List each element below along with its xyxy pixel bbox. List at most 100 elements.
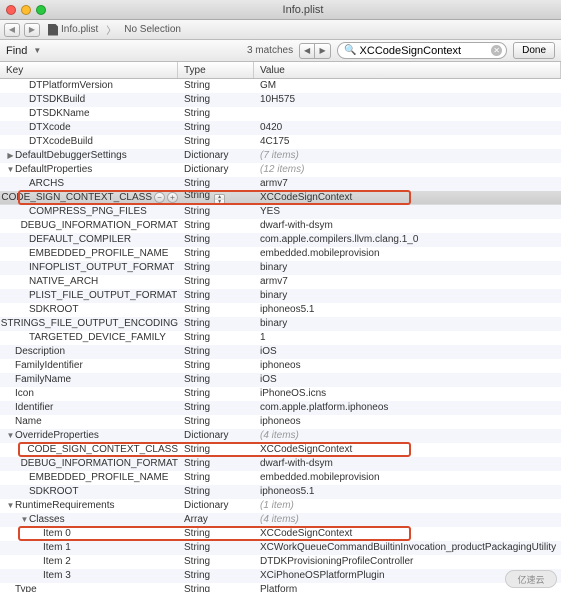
close-icon[interactable] (6, 5, 16, 15)
breadcrumb-selection[interactable]: No Selection (120, 24, 185, 35)
table-row[interactable]: EMBEDDED_PROFILE_NAMEStringembedded.mobi… (0, 471, 561, 485)
row-type-label: String (178, 556, 254, 567)
disclosure-triangle-icon[interactable] (20, 515, 29, 524)
breadcrumb-selection-label: No Selection (124, 24, 181, 35)
table-row[interactable]: IdentifierStringcom.apple.platform.iphon… (0, 401, 561, 415)
row-type-label: String (178, 220, 254, 231)
disclosure-triangle-icon[interactable] (6, 501, 15, 510)
column-headers: Key Type Value (0, 62, 561, 79)
row-type-label: String (178, 416, 254, 427)
clear-search-icon[interactable]: ✕ (491, 45, 502, 56)
row-value-label: GM (254, 80, 561, 91)
table-row[interactable]: EMBEDDED_PROFILE_NAMEStringembedded.mobi… (0, 247, 561, 261)
table-row[interactable]: DEFAULT_COMPILERStringcom.apple.compiler… (0, 233, 561, 247)
row-value-label: iphoneos (254, 360, 561, 371)
done-button[interactable]: Done (513, 42, 555, 59)
table-row[interactable]: Item 0StringXCCodeSignContext (0, 527, 561, 541)
header-value[interactable]: Value (254, 62, 561, 78)
nav-back-button[interactable]: ◀ (4, 23, 20, 37)
zoom-icon[interactable] (36, 5, 46, 15)
table-row[interactable]: TARGETED_DEVICE_FAMILYString1 (0, 331, 561, 345)
minimize-icon[interactable] (21, 5, 31, 15)
row-value-label: XCCodeSignContext (254, 192, 561, 203)
row-type-label: String (178, 122, 254, 133)
table-row[interactable]: FamilyNameStringiOS (0, 373, 561, 387)
row-type-label: String (178, 318, 254, 329)
row-key-label: DefaultProperties (15, 164, 92, 175)
find-label: Find (6, 45, 27, 57)
row-type-label: String (178, 402, 254, 413)
table-row[interactable]: NATIVE_ARCHStringarmv7 (0, 275, 561, 289)
table-row[interactable]: DEBUG_INFORMATION_FORMATStringdwarf-with… (0, 457, 561, 471)
row-value-label: iphoneos5.1 (254, 486, 561, 497)
table-row[interactable]: DTSDKName String (0, 107, 561, 121)
find-next-button[interactable]: ▶ (315, 43, 331, 59)
plist-tree[interactable]: DTPlatformVersionStringGMDTSDKBuildStrin… (0, 79, 561, 592)
table-row[interactable]: DTSDKBuildString10H575 (0, 93, 561, 107)
table-row[interactable]: COMPRESS_PNG_FILESStringYES (0, 205, 561, 219)
table-row[interactable]: CODE_SIGN_CONTEXT_CLASSStringXCCodeSignC… (0, 443, 561, 457)
row-value-label: binary (254, 262, 561, 273)
header-key[interactable]: Key (0, 62, 178, 78)
row-key-label: Description (15, 346, 65, 357)
table-row[interactable]: Item 1StringXCWorkQueueCommandBuiltinInv… (0, 541, 561, 555)
table-row[interactable]: FamilyIdentifierStringiphoneos (0, 359, 561, 373)
breadcrumb-file-label: Info.plist (61, 24, 98, 35)
row-type-label: String (178, 276, 254, 287)
table-row[interactable]: DEBUG_INFORMATION_FORMATStringdwarf-with… (0, 219, 561, 233)
disclosure-triangle-icon[interactable] (6, 165, 15, 174)
row-value-label: embedded.mobileprovision (254, 248, 561, 259)
table-row[interactable]: TypeStringPlatform (0, 583, 561, 592)
row-type-label: String (178, 108, 254, 119)
table-row[interactable]: DTXcodeString0420 (0, 121, 561, 135)
type-stepper[interactable]: ▲▼ (214, 194, 225, 206)
row-type-label: Dictionary (178, 500, 254, 511)
table-row[interactable]: SDKROOTStringiphoneos5.1 (0, 485, 561, 499)
table-row[interactable]: Item 3StringXCiPhoneOSPlatformPlugin (0, 569, 561, 583)
row-type-label: String (178, 304, 254, 315)
table-row[interactable]: PLIST_FILE_OUTPUT_FORMATStringbinary (0, 289, 561, 303)
table-row[interactable]: RuntimeRequirementsDictionary(1 item) (0, 499, 561, 513)
table-row[interactable]: STRINGS_FILE_OUTPUT_ENCODINGStringbinary (0, 317, 561, 331)
table-row[interactable]: CODE_SIGN_CONTEXT_CLASS−+String▲▼XCCodeS… (0, 191, 561, 205)
row-key-label: PLIST_FILE_OUTPUT_FORMAT (29, 290, 177, 301)
remove-row-icon[interactable]: − (154, 192, 165, 203)
row-key-label: Icon (15, 388, 34, 399)
row-value-label: XCWorkQueueCommandBuiltinInvocation_prod… (254, 542, 561, 553)
table-row[interactable]: Item 2StringDTDKProvisioningProfileContr… (0, 555, 561, 569)
table-row[interactable]: DefaultPropertiesDictionary(12 items) (0, 163, 561, 177)
search-field[interactable]: 🔍 ✕ (337, 42, 507, 59)
row-key-label: DefaultDebuggerSettings (15, 150, 127, 161)
row-key-label: DTSDKName (29, 108, 90, 119)
table-row[interactable]: DTXcodeBuildString4C175 (0, 135, 561, 149)
breadcrumb-file[interactable]: Info.plist (44, 24, 102, 36)
table-row[interactable]: DefaultDebuggerSettingsDictionary(7 item… (0, 149, 561, 163)
add-row-icon[interactable]: + (167, 192, 178, 203)
find-prev-button[interactable]: ◀ (299, 43, 315, 59)
window-title: Info.plist (51, 4, 555, 16)
row-type-label: String (178, 542, 254, 553)
table-row[interactable]: INFOPLIST_OUTPUT_FORMATStringbinary (0, 261, 561, 275)
row-key-label: STRINGS_FILE_OUTPUT_ENCODING (1, 318, 178, 329)
row-key-label: DTXcode (29, 122, 71, 133)
table-row[interactable]: DTPlatformVersionStringGM (0, 79, 561, 93)
table-row[interactable]: IconStringiPhoneOS.icns (0, 387, 561, 401)
disclosure-triangle-icon[interactable] (6, 151, 15, 160)
row-value-label: binary (254, 318, 561, 329)
find-menu-chevron-icon[interactable]: ▼ (33, 46, 41, 55)
header-type[interactable]: Type (178, 62, 254, 78)
table-row[interactable]: DescriptionStringiOS (0, 345, 561, 359)
row-key-label: EMBEDDED_PROFILE_NAME (29, 472, 168, 483)
table-row[interactable]: ARCHSStringarmv7 (0, 177, 561, 191)
disclosure-triangle-icon[interactable] (6, 431, 15, 440)
row-type-label: String (178, 80, 254, 91)
table-row[interactable]: NameStringiphoneos (0, 415, 561, 429)
nav-forward-button[interactable]: ▶ (24, 23, 40, 37)
search-input[interactable] (360, 45, 492, 57)
table-row[interactable]: OverridePropertiesDictionary(4 items) (0, 429, 561, 443)
table-row[interactable]: ClassesArray(4 items) (0, 513, 561, 527)
table-row[interactable]: SDKROOTStringiphoneos5.1 (0, 303, 561, 317)
row-type-label: Dictionary (178, 430, 254, 441)
row-type-label: String (178, 486, 254, 497)
row-type-label: String (178, 584, 254, 592)
